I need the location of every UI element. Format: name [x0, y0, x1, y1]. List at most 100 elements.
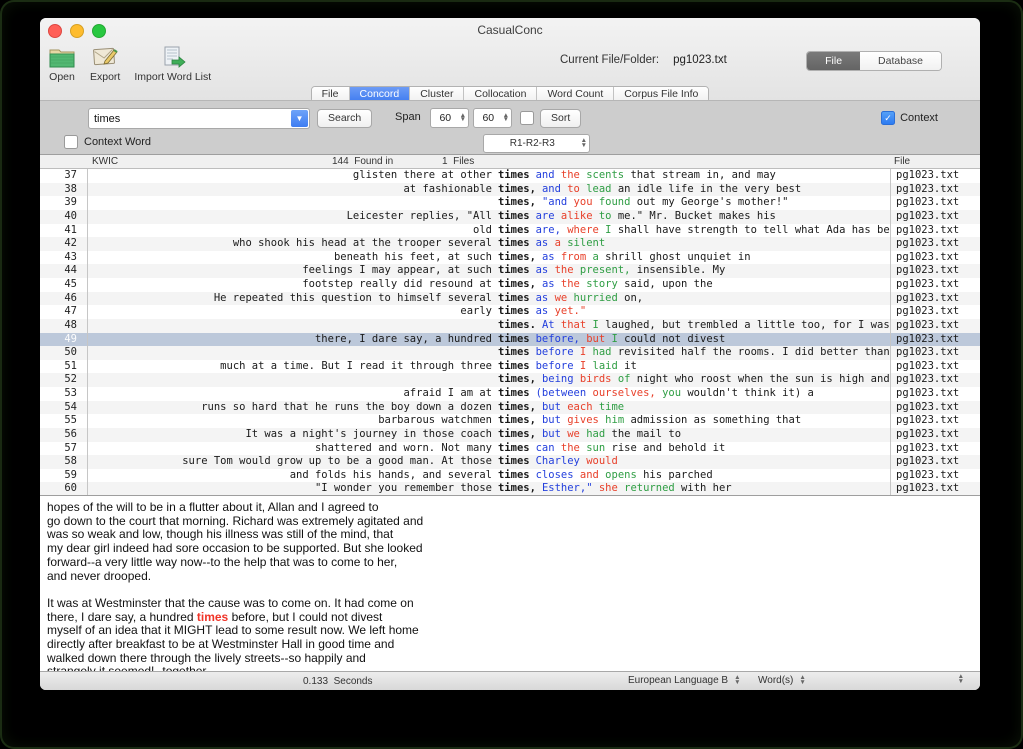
position-pattern-popup[interactable]: R1-R2-R3 ▲ ▼: [483, 134, 590, 153]
keyword: times,: [498, 427, 536, 440]
right-context: "and you found out my George's mother!": [541, 196, 789, 209]
row-number: 50: [40, 346, 88, 360]
kwic-row[interactable]: 49 there, I dare say, a hundred times befor…: [40, 332, 980, 347]
kwic-row[interactable]: 42 who shook his head at the trooper seve…: [40, 237, 980, 251]
segment-database[interactable]: Database: [860, 52, 941, 70]
file-cell: pg1023.txt: [890, 318, 980, 333]
context-checkbox[interactable]: ✓: [881, 111, 896, 125]
kwic-row[interactable]: 38 at fashionable times, and to lead an idl…: [40, 182, 980, 197]
file-cell: pg1023.txt: [890, 346, 980, 360]
kwic-row[interactable]: 55 barbarous watchmen times, but gives him …: [40, 414, 980, 428]
casualconc-window: CasualConc Open Export Import Word List …: [40, 18, 980, 690]
kwic-row[interactable]: 43 beneath his feet, at such times, as from…: [40, 250, 980, 265]
open-folder-icon: [48, 44, 76, 70]
kwic-row[interactable]: 52 times, being birds of night who roost w…: [40, 373, 980, 387]
search-button[interactable]: Search: [317, 109, 373, 128]
kwic-row[interactable]: 57 shattered and worn. Not many times can t…: [40, 441, 980, 456]
kwic-row[interactable]: 44 feelings I may appear, at such times as …: [40, 264, 980, 278]
row-number: 45: [40, 278, 88, 292]
context-para1: hopes of the will to be in a flutter abo…: [47, 500, 424, 583]
right-context: and to lead an idle life in the very bes…: [541, 182, 802, 195]
right-context: as yet.": [535, 305, 587, 318]
kwic-row[interactable]: 40 Leicester replies, "All times are alike …: [40, 209, 980, 224]
stepper-arrows-icon[interactable]: ▲ ▼: [460, 112, 468, 123]
kwic-table-header: KWIC 144 Found in 1 Files File: [40, 155, 980, 169]
keyword: times: [498, 359, 530, 372]
kwic-row[interactable]: 41 old times are, where I shall have streng…: [40, 223, 980, 238]
keyword: times: [498, 455, 530, 468]
sort-checkbox[interactable]: [520, 111, 534, 125]
right-context: before I laid it: [535, 359, 637, 372]
export-button[interactable]: Export: [90, 44, 120, 83]
kwic-row[interactable]: 45 footstep really did resound at times, as…: [40, 278, 980, 292]
kwic-row[interactable]: 54 runs so hard that he runs the boy down…: [40, 400, 980, 415]
keyword: times,: [498, 400, 536, 413]
file-cell: pg1023.txt: [890, 387, 980, 401]
kwic-line: times before I had revisited half the roo…: [88, 346, 890, 360]
keyword: times: [498, 264, 530, 277]
titlebar[interactable]: CasualConc: [40, 18, 980, 42]
kwic-row[interactable]: 50 times before I had revisited half the r…: [40, 346, 980, 360]
kwic-row[interactable]: 56 It was a night's journey in those coac…: [40, 427, 980, 442]
kwic-row[interactable]: 53 afraid I am at times (between ourselves,…: [40, 387, 980, 401]
left-context: [88, 319, 492, 333]
kwic-line: It was a night's journey in those coach t…: [88, 428, 890, 442]
open-button[interactable]: Open: [48, 44, 76, 83]
kwic-row[interactable]: 46 He repeated this question to himself s…: [40, 291, 980, 306]
kwic-row[interactable]: 37 glisten there at other times and the sce…: [40, 169, 980, 183]
import-word-list-label: Import Word List: [134, 71, 212, 83]
status-right-stepper[interactable]: ▲ ▼: [958, 674, 966, 684]
segment-file[interactable]: File: [807, 52, 861, 70]
file-cell: pg1023.txt: [890, 291, 980, 306]
kwic-row[interactable]: 47 early times as yet." pg1023.txt: [40, 305, 980, 319]
left-context: glisten there at other: [352, 169, 492, 181]
kwic-row[interactable]: 59 and folds his hands, and several times c…: [40, 468, 980, 483]
span-right-stepper[interactable]: 60 ▲ ▼: [473, 108, 512, 128]
left-context: and folds his hands, and several: [289, 468, 492, 481]
kwic-row[interactable]: 48 times. At that I laughed, but trembled …: [40, 318, 980, 333]
search-term-value[interactable]: times: [89, 113, 290, 125]
kwic-line: afraid I am at times (between ourselves, y…: [88, 387, 890, 401]
sort-button[interactable]: Sort: [540, 109, 582, 128]
import-word-list-button[interactable]: Import Word List: [134, 44, 211, 83]
kwic-line: times, being birds of night who roost whe…: [88, 373, 890, 387]
context-word-checkbox[interactable]: [64, 135, 78, 149]
keyword: times: [498, 237, 530, 250]
combobox-dropdown-icon[interactable]: ▼: [291, 110, 308, 127]
row-number: 54: [40, 400, 88, 415]
right-context: are alike to me." Mr. Bucket makes his: [535, 209, 776, 222]
context-text: hopes of the will to be in a flutter abo…: [47, 500, 972, 672]
right-context: Charley would: [535, 455, 618, 468]
keyword: times,: [498, 414, 536, 427]
span-right-value[interactable]: 60: [474, 112, 503, 124]
found-count-header: 144 Found in: [332, 156, 394, 167]
span-left-stepper[interactable]: 60 ▲ ▼: [430, 108, 469, 128]
file-cell: pg1023.txt: [890, 482, 980, 495]
file-cell: pg1023.txt: [890, 278, 980, 292]
kwic-row[interactable]: 39 times, "and you found out my George's m…: [40, 196, 980, 210]
file-cell: pg1023.txt: [890, 305, 980, 319]
span-left-value[interactable]: 60: [431, 112, 460, 124]
context-text-panel[interactable]: hopes of the will to be in a flutter abo…: [40, 495, 980, 672]
status-bar: 0.133 Seconds European Language B ▲ ▼ Wor…: [40, 671, 980, 690]
language-popup[interactable]: European Language B ▲ ▼: [628, 675, 743, 686]
search-term-combobox[interactable]: times ▼: [88, 108, 310, 129]
kwic-row[interactable]: 60 "I wonder you remember those times, Esth…: [40, 482, 980, 495]
context-word-label: Context Word: [84, 136, 152, 148]
left-context: runs so hard that he runs the boy down a…: [201, 400, 492, 413]
row-number: 57: [40, 441, 88, 456]
row-number: 58: [40, 455, 88, 469]
row-number: 52: [40, 373, 88, 387]
file-cell: pg1023.txt: [890, 455, 980, 469]
kwic-line: footstep really did resound at times, as t…: [88, 278, 890, 292]
stepper-arrows-icon[interactable]: ▲ ▼: [503, 112, 511, 123]
kwic-row[interactable]: 58 sure Tom would grow up to be a good ma…: [40, 455, 980, 469]
left-context: there, I dare say, a hundred: [314, 332, 492, 345]
left-context: [88, 346, 492, 360]
unit-popup[interactable]: Word(s) ▲ ▼: [758, 675, 808, 686]
kwic-line: times. At that I laughed, but trembled a …: [88, 319, 890, 333]
right-context: Esther," she returned with her: [541, 482, 732, 495]
kwic-row[interactable]: 51 much at a time. But I read it through …: [40, 359, 980, 374]
right-context: before I had revisited half the rooms. I…: [535, 346, 890, 359]
kwic-line: who shook his head at the trooper severa…: [88, 237, 890, 251]
